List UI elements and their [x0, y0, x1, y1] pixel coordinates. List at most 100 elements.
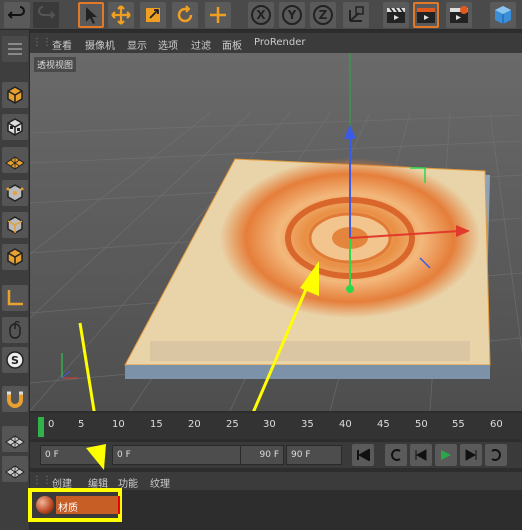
edges-mode-button[interactable]: [2, 212, 28, 238]
rotate-tool-button[interactable]: [172, 2, 198, 28]
floor-grid-2-button[interactable]: [2, 456, 28, 482]
undo-button[interactable]: [4, 2, 30, 28]
y-axis-icon: Y: [282, 5, 302, 25]
menu-filter[interactable]: 过滤: [191, 37, 211, 52]
svg-text:X: X: [256, 8, 266, 22]
svg-text:S: S: [11, 354, 19, 367]
cube-icon: [495, 6, 511, 24]
cube-polygons-icon: [7, 248, 23, 266]
redo-icon: [38, 6, 56, 19]
mouse-icon: [9, 321, 21, 339]
timeline-tick: 30: [263, 419, 276, 430]
top-toolbar: X Y Z: [0, 0, 522, 30]
next-key-button[interactable]: [485, 444, 507, 466]
scale-tool-button[interactable]: [140, 2, 166, 28]
viewport-label: 透视视图: [34, 57, 77, 72]
prev-frame-button[interactable]: [410, 444, 432, 466]
x-axis-button[interactable]: X: [248, 2, 274, 28]
snap-s-icon: S: [6, 351, 24, 369]
cube-object-button[interactable]: [490, 2, 516, 28]
render-settings-button[interactable]: [446, 2, 472, 28]
axis-corner-icon: [7, 290, 23, 306]
timeline-tick: 10: [112, 419, 125, 430]
menu-panel[interactable]: 面板: [222, 37, 242, 52]
annotation-arrowhead: [86, 444, 106, 470]
clapboard-gear-icon: [450, 6, 468, 23]
grid-floor-icon: [5, 435, 25, 449]
z-axis-button[interactable]: Z: [310, 2, 336, 28]
magnet-button[interactable]: [2, 386, 28, 412]
timeline-tick: 50: [415, 419, 428, 430]
timeline-tick: 55: [452, 419, 465, 430]
grip-handle[interactable]: [2, 36, 28, 62]
cube-points-icon: [6, 184, 24, 202]
polygons-mode-button[interactable]: [2, 244, 28, 270]
prev-frame-icon: [415, 449, 427, 461]
points-mode-button[interactable]: [2, 180, 28, 206]
next-frame-button[interactable]: [460, 444, 482, 466]
select-tool-button[interactable]: [78, 2, 104, 28]
render-view-button[interactable]: [383, 2, 409, 28]
timeline-tick: 45: [377, 419, 390, 430]
material-preview-sphere[interactable]: [36, 496, 54, 514]
timeline-tick: 20: [188, 419, 201, 430]
left-toolbar: S: [0, 30, 30, 530]
clapboard-render-icon: [417, 8, 435, 23]
perspective-viewport[interactable]: 透视视图: [30, 53, 522, 411]
slab-front: [125, 365, 490, 379]
grid-plane-icon: [5, 156, 25, 170]
menu-prorender[interactable]: ProRender: [254, 37, 305, 48]
next-key-icon: [491, 449, 501, 461]
play-button[interactable]: [435, 444, 457, 466]
render-active-button[interactable]: [413, 2, 439, 28]
timeline-tick: 0: [48, 419, 55, 430]
redo-button[interactable]: [33, 2, 59, 28]
coordinate-system-icon: [349, 6, 364, 22]
go-to-start-button[interactable]: [352, 444, 374, 466]
menu-grip: ⋮⋮: [32, 37, 52, 48]
y-axis-button[interactable]: Y: [279, 2, 305, 28]
floor-grid-button[interactable]: [2, 426, 28, 452]
texture-mode-button[interactable]: [2, 114, 28, 140]
prev-key-button[interactable]: [385, 444, 407, 466]
rotate-icon: [177, 5, 193, 23]
workplane-mode-button[interactable]: [2, 147, 28, 173]
move-tool-button[interactable]: [108, 2, 134, 28]
menu-options[interactable]: 选项: [158, 37, 178, 52]
material-swatch[interactable]: 材质: [28, 488, 122, 522]
timeline-tick: 40: [339, 419, 352, 430]
axis-mode-button[interactable]: [2, 285, 28, 311]
viewport-menu-bar: ⋮⋮ 查看 摄像机 显示 选项 过滤 面板 ProRender: [30, 33, 522, 53]
grid-floor-icon: [5, 465, 25, 479]
menu-view[interactable]: 查看: [52, 37, 72, 52]
cursor-arrow-icon: [86, 7, 97, 24]
timeline-ruler[interactable]: 0 5 10 15 20 25 30 35 40 45 50 55 60: [30, 413, 522, 439]
menu-grip: ⋮⋮: [32, 475, 52, 486]
x-axis-icon: X: [251, 5, 271, 25]
end-frame-field[interactable]: 90 F: [240, 445, 284, 465]
cinema4d-window: X Y Z S ⋮⋮ 查看 摄像机 显示 选项 过滤 面板 ProRender …: [0, 0, 522, 530]
snap-button[interactable]: S: [2, 347, 28, 373]
material-name-label[interactable]: 材质: [56, 496, 120, 514]
z-axis-icon: Z: [313, 5, 333, 25]
menu-camera[interactable]: 摄像机: [85, 37, 115, 52]
menu-texture[interactable]: 纹理: [150, 475, 170, 490]
timeline-tick: 35: [301, 419, 314, 430]
model-mode-button[interactable]: [2, 82, 28, 108]
undo-icon: [7, 6, 25, 19]
tweak-mode-button[interactable]: [2, 317, 28, 343]
coordinate-system-button[interactable]: [343, 2, 369, 28]
playhead-marker[interactable]: [38, 417, 44, 437]
clapboard-icon: [387, 7, 405, 23]
cube-edges-icon: [7, 216, 23, 234]
play-icon: [441, 450, 451, 460]
plus-cross-icon: [210, 7, 226, 23]
timeline-tick: 25: [226, 419, 239, 430]
add-tool-button[interactable]: [205, 2, 231, 28]
scale-box-icon: [146, 8, 160, 22]
skip-start-icon: [357, 449, 370, 461]
max-frame-field[interactable]: 90 F: [286, 445, 342, 465]
grip-icon: [8, 43, 22, 55]
viewport-scene: [30, 53, 522, 411]
menu-display[interactable]: 显示: [127, 37, 147, 52]
